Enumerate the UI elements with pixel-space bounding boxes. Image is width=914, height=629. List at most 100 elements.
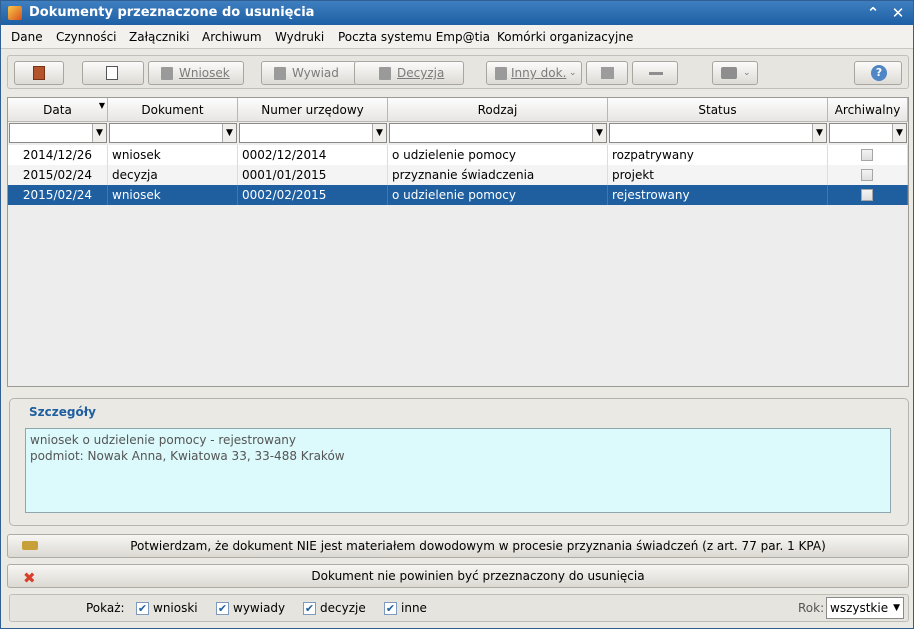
document-icon [106,66,118,80]
year-label: Rok: [798,601,825,615]
help-button[interactable]: ? [854,61,902,85]
document-icon [161,67,173,80]
preview-button[interactable] [82,61,144,85]
cell-rodzaj: przyznanie świadczenia [388,165,608,185]
filter-archiwalny[interactable]: ▼ [829,123,907,143]
document-icon [495,67,507,80]
print-button[interactable]: ⌄ [712,61,758,85]
chevron-down-icon: ⌄ [743,68,751,78]
remove-button[interactable] [632,61,678,85]
chevron-down-icon: ⌄ [569,68,577,78]
details-line-2: podmiot: Nowak Anna, Kwiatowa 33, 33-488… [30,449,345,463]
cell-data: 2015/02/24 [8,165,108,185]
chevron-down-icon[interactable]: ▼ [892,124,906,142]
edit-icon [601,67,614,79]
table-row[interactable]: 2014/12/26 wniosek 0002/12/2014 o udziel… [8,145,908,165]
edit-button[interactable] [586,61,628,85]
cell-dokument: decyzja [108,165,238,185]
cell-numer: 0002/02/2015 [238,185,388,205]
wywiady-label: wywiady [233,601,286,615]
cell-data: 2014/12/26 [8,145,108,165]
column-header-data[interactable]: Data ▼ [8,98,108,122]
cell-numer: 0001/01/2015 [238,165,388,185]
inne-checkbox[interactable]: ✔ [384,602,397,615]
archiwalny-checkbox[interactable] [861,169,873,181]
cell-archiwalny [828,165,908,185]
filter-rodzaj[interactable]: ▼ [389,123,607,143]
column-header-archiwalny[interactable]: Archiwalny [828,98,908,122]
cell-status: projekt [608,165,828,185]
close-icon[interactable]: ✕ [888,3,908,23]
document-icon [274,67,286,80]
wywiady-checkbox[interactable]: ✔ [216,602,229,615]
confirm-not-evidence-button[interactable]: Potwierdzam, że dokument NIE jest materi… [7,534,909,558]
wnioski-label: wnioski [153,601,198,615]
filter-data[interactable]: ▼ [9,123,107,143]
wniosek-button[interactable]: Wniosek [148,61,244,85]
cell-numer: 0002/12/2014 [238,145,388,165]
details-panel: Szczegóły wniosek o udzielenie pomocy - … [9,398,909,526]
minus-icon [649,72,663,75]
details-legend: Szczegóły [26,405,99,419]
reject-deletion-button[interactable]: ✖ Dokument nie powinien być przeznaczony… [7,564,909,588]
cell-data: 2015/02/24 [8,185,108,205]
collapse-icon[interactable]: ⌃ [863,3,883,23]
printer-icon [721,67,737,79]
menu-czynnosci[interactable]: Czynności [56,30,117,44]
help-icon: ? [871,65,887,81]
wnioski-checkbox[interactable]: ✔ [136,602,149,615]
menu-zalaczniki[interactable]: Załączniki [129,30,189,44]
menu-wydruki[interactable]: Wydruki [275,30,324,44]
door-icon [33,66,45,80]
archiwalny-checkbox[interactable] [861,149,873,161]
cell-archiwalny [828,145,908,165]
chevron-down-icon[interactable]: ▼ [812,124,826,142]
window-title: Dokumenty przeznaczone do usunięcia [29,5,315,20]
details-line-1: wniosek o udzielenie pomocy - rejestrowa… [30,433,297,447]
menu-komorki[interactable]: Komórki organizacyjne [497,30,633,44]
archiwalny-checkbox[interactable] [861,189,873,201]
chevron-down-icon[interactable]: ▼ [372,124,386,142]
decyzje-label: decyzje [320,601,366,615]
filter-dokument[interactable]: ▼ [109,123,237,143]
year-select[interactable]: wszystkie ▼ [826,597,904,619]
cell-rodzaj: o udzielenie pomocy [388,145,608,165]
document-icon [379,67,391,80]
documents-table: Data ▼ Dokument Numer urzędowy Rodzaj St… [7,97,909,387]
details-text: wniosek o udzielenie pomocy - rejestrowa… [25,428,891,513]
cell-status: rejestrowany [608,185,828,205]
cell-status: rozpatrywany [608,145,828,165]
sort-desc-icon: ▼ [98,101,105,110]
decyzje-checkbox[interactable]: ✔ [303,602,316,615]
title-bar[interactable]: Dokumenty przeznaczone do usunięcia ⌃ ✕ [1,1,913,25]
column-header-rodzaj[interactable]: Rodzaj [388,98,608,122]
cell-archiwalny [828,185,908,205]
chevron-down-icon[interactable]: ▼ [222,124,236,142]
chevron-down-icon[interactable]: ▼ [592,124,606,142]
inne-label: inne [401,601,427,615]
filter-numer[interactable]: ▼ [239,123,387,143]
column-header-numer[interactable]: Numer urzędowy [238,98,388,122]
chevron-down-icon: ▼ [893,603,900,613]
menu-dane[interactable]: Dane [11,30,43,44]
cell-dokument: wniosek [108,185,238,205]
chevron-down-icon[interactable]: ▼ [92,124,106,142]
cell-rodzaj: o udzielenie pomocy [388,185,608,205]
exit-button[interactable] [14,61,64,85]
column-header-dokument[interactable]: Dokument [108,98,238,122]
menu-poczta[interactable]: Poczta systemu Emp@tia [338,30,490,44]
table-row-selected[interactable]: 2015/02/24 wniosek 0002/02/2015 o udziel… [8,185,908,205]
filter-footer: Pokaż: ✔ wnioski ✔ wywiady ✔ decyzje ✔ i… [9,594,909,622]
app-icon [8,6,22,20]
table-row[interactable]: 2015/02/24 decyzja 0001/01/2015 przyznan… [8,165,908,185]
menu-bar: Dane Czynności Załączniki Archiwum Wydru… [1,25,913,49]
inny-dokument-button[interactable]: Inny dok. ⌄ [486,61,582,85]
show-label: Pokaż: [86,601,125,615]
cell-dokument: wniosek [108,145,238,165]
decyzja-button[interactable]: Decyzja [354,61,464,85]
window: Dokumenty przeznaczone do usunięcia ⌃ ✕ … [0,0,914,629]
filter-status[interactable]: ▼ [609,123,827,143]
wywiad-button[interactable]: Wywiad [261,61,357,85]
menu-archiwum[interactable]: Archiwum [202,30,262,44]
column-header-status[interactable]: Status [608,98,828,122]
